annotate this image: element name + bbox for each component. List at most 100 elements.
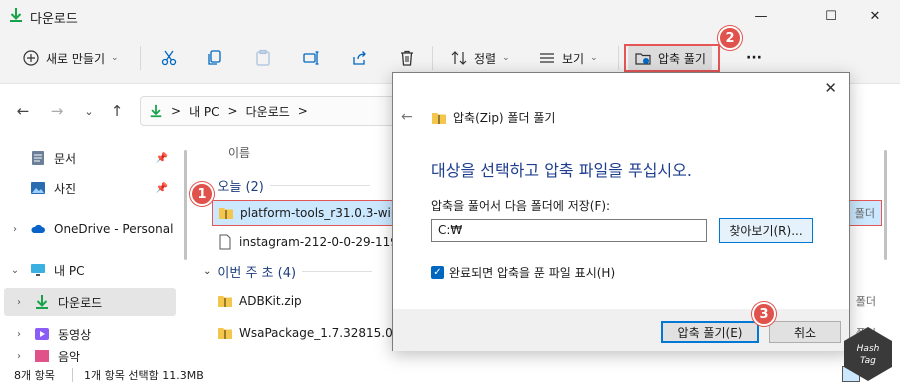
view-icon bbox=[540, 53, 554, 63]
hashtag-logo: Hash Tag bbox=[844, 327, 892, 381]
divider bbox=[302, 271, 373, 272]
sidebar-item-label: OneDrive - Personal bbox=[54, 222, 174, 236]
svg-text:Tag: Tag bbox=[860, 356, 876, 366]
sidebar-item-documents[interactable]: 문서 📌 bbox=[22, 144, 194, 172]
recent-chevron-icon[interactable]: ⌄ bbox=[80, 102, 98, 120]
chevron-right-icon[interactable]: › bbox=[8, 224, 22, 235]
pin-icon: 📌 bbox=[155, 182, 168, 194]
up-arrow-icon[interactable]: ↑ bbox=[108, 102, 126, 120]
destination-path-input[interactable]: C:₩ bbox=[431, 219, 707, 242]
divider bbox=[72, 367, 73, 382]
file-name: ADBKit.zip bbox=[239, 294, 302, 308]
breadcrumb-pc[interactable]: 내 PC bbox=[189, 103, 219, 120]
view-label: 보기 bbox=[562, 51, 585, 66]
explorer-window: 다운로드 — ☐ ✕ 새로 만들기 ⌄ 정렬 ⌄ 보기 ⌄ 압축 풀기 ··· … bbox=[0, 0, 900, 387]
cut-icon[interactable] bbox=[160, 49, 178, 67]
pictures-icon bbox=[31, 182, 45, 194]
chevron-down-icon[interactable]: ⌄ bbox=[8, 265, 22, 276]
zip-folder-icon bbox=[218, 328, 232, 339]
browse-button[interactable]: 찾아보기(R)... bbox=[719, 218, 813, 243]
new-label: 새로 만들기 bbox=[46, 51, 106, 66]
chevron-right-icon[interactable]: › bbox=[12, 329, 26, 340]
group-earlier-this-week[interactable]: ⌄ 이번 주 초 (4) bbox=[203, 262, 373, 281]
divider bbox=[140, 46, 141, 70]
pin-icon: 📌 bbox=[155, 152, 168, 164]
step-badge: 2 bbox=[718, 26, 742, 50]
chevron-right-icon[interactable]: › bbox=[12, 351, 26, 362]
new-button[interactable]: 새로 만들기 ⌄ bbox=[22, 45, 119, 71]
music-icon bbox=[35, 350, 49, 362]
group-label: 오늘 (2) bbox=[217, 180, 264, 195]
maximize-button[interactable]: ☐ bbox=[808, 2, 854, 30]
chevron-down-icon: ⌄ bbox=[111, 53, 119, 63]
plus-circle-icon bbox=[23, 50, 39, 66]
sidebar-item-label: 다운로드 bbox=[58, 295, 103, 310]
divider bbox=[432, 46, 433, 70]
dialog-title: 압축(Zip) 폴더 풀기 bbox=[431, 109, 555, 126]
extract-dialog: ✕ ← 압축(Zip) 폴더 풀기 대상을 선택하고 압축 파일을 푸십시오. … bbox=[392, 72, 850, 351]
group-today[interactable]: ⌄ 오늘 (2) bbox=[203, 176, 370, 195]
title-bar: 다운로드 — ☐ ✕ bbox=[0, 0, 900, 32]
dialog-title-text: 압축(Zip) 폴더 풀기 bbox=[453, 111, 556, 125]
file-type-cut: 폴더 bbox=[854, 207, 875, 220]
breadcrumb-separator: > bbox=[297, 104, 308, 118]
document-icon bbox=[32, 151, 44, 165]
sidebar-item-label: 내 PC bbox=[54, 263, 85, 278]
back-arrow-icon[interactable]: ← bbox=[14, 102, 32, 120]
status-bar: 8개 항목 1개 항목 선택함 11.3MB bbox=[0, 362, 900, 387]
item-count: 8개 항목 bbox=[14, 368, 55, 382]
highlight-box bbox=[624, 44, 720, 72]
divider bbox=[618, 46, 619, 70]
address-bar[interactable]: > 내 PC > 다운로드 > bbox=[140, 96, 400, 126]
checkmark-icon[interactable]: ✓ bbox=[431, 266, 444, 279]
sidebar-item-label: 문서 bbox=[54, 151, 77, 166]
delete-icon[interactable] bbox=[398, 49, 416, 67]
minimize-button[interactable]: — bbox=[738, 2, 784, 30]
copy-icon[interactable] bbox=[206, 49, 224, 67]
file-name: platform-tools_r31.0.3-windo bbox=[240, 206, 414, 220]
chevron-down-icon: ⌄ bbox=[203, 266, 212, 277]
zip-folder-icon bbox=[219, 208, 233, 219]
share-icon[interactable] bbox=[350, 49, 368, 67]
window-title: 다운로드 bbox=[30, 12, 78, 27]
sidebar-item-onedrive[interactable]: › OneDrive - Personal bbox=[4, 215, 176, 243]
zip-folder-icon bbox=[432, 112, 446, 124]
sort-button[interactable]: 정렬 ⌄ bbox=[450, 45, 510, 71]
breadcrumb-separator: > bbox=[171, 104, 182, 118]
sidebar-item-music[interactable]: › 음악 bbox=[4, 350, 176, 362]
close-icon[interactable]: ✕ bbox=[824, 79, 837, 97]
chevron-down-icon: ⌄ bbox=[502, 53, 510, 63]
download-icon bbox=[150, 104, 162, 118]
breadcrumb-downloads[interactable]: 다운로드 bbox=[246, 103, 290, 120]
forward-arrow-icon[interactable]: → bbox=[48, 102, 66, 120]
back-arrow-icon[interactable]: ← bbox=[401, 109, 413, 125]
sidebar-item-this-pc[interactable]: ⌄ 내 PC bbox=[4, 256, 176, 284]
cancel-button[interactable]: 취소 bbox=[769, 321, 841, 343]
cloud-icon bbox=[31, 224, 45, 233]
sort-icon bbox=[451, 51, 467, 65]
extract-button[interactable]: 압축 풀기(E) bbox=[661, 321, 759, 343]
divider bbox=[269, 185, 370, 186]
group-label: 이번 주 초 (4) bbox=[217, 266, 297, 281]
column-header-name[interactable]: 이름 bbox=[228, 144, 250, 161]
rename-icon[interactable] bbox=[302, 49, 320, 67]
destination-label: 압축을 풀어서 다음 폴더에 저장(F): bbox=[431, 199, 611, 213]
sidebar-item-pictures[interactable]: 사진 📌 bbox=[22, 174, 194, 202]
sidebar-item-label: 동영상 bbox=[58, 327, 92, 342]
close-button[interactable]: ✕ bbox=[852, 2, 898, 30]
chevron-right-icon[interactable]: › bbox=[12, 297, 26, 308]
selection-info: 1개 항목 선택함 11.3MB bbox=[84, 368, 204, 382]
breadcrumb-separator: > bbox=[227, 104, 238, 118]
file-list-scrollbar[interactable] bbox=[884, 150, 887, 260]
sort-label: 정렬 bbox=[474, 51, 497, 66]
more-button[interactable]: ··· bbox=[746, 45, 762, 71]
paste-icon[interactable] bbox=[254, 49, 272, 67]
pc-icon bbox=[31, 264, 45, 276]
show-files-checkbox[interactable]: ✓ 완료되면 압축을 푼 파일 표시(H) bbox=[431, 264, 615, 281]
sidebar-scrollbar[interactable] bbox=[184, 150, 187, 260]
view-button[interactable]: 보기 ⌄ bbox=[538, 45, 598, 71]
sidebar-item-downloads[interactable]: › 다운로드 bbox=[4, 288, 176, 316]
step-badge: 1 bbox=[190, 182, 214, 206]
chevron-down-icon: ⌄ bbox=[590, 53, 598, 63]
sidebar-item-videos[interactable]: › 동영상 bbox=[4, 320, 176, 348]
